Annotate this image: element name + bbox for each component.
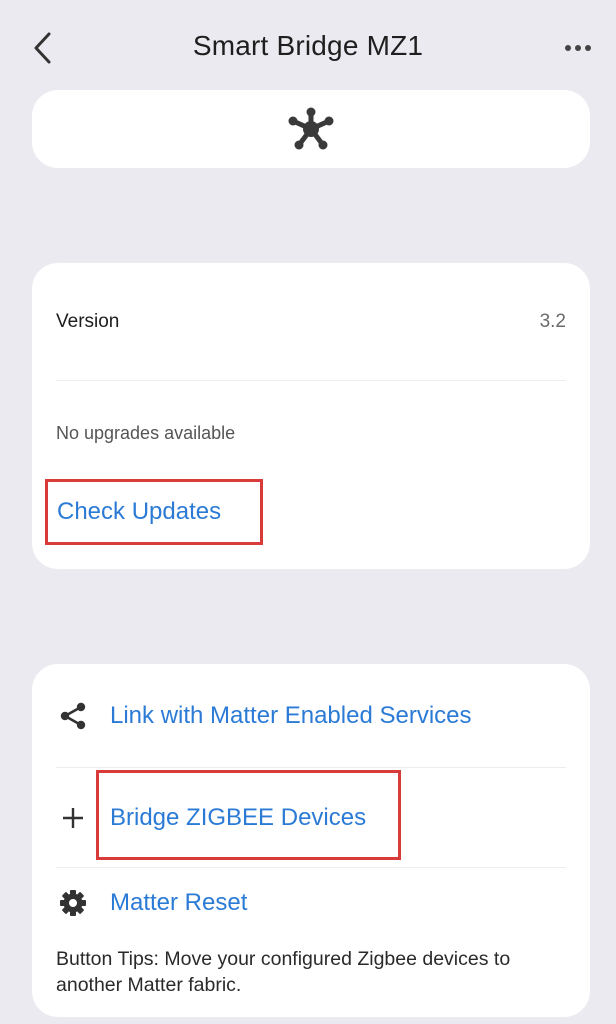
version-row: Version 3.2 — [56, 263, 566, 381]
link-matter-services-label[interactable]: Link with Matter Enabled Services — [110, 702, 472, 730]
upgrade-status: No upgrades available — [56, 423, 236, 443]
version-label: Version — [56, 310, 120, 332]
screen: Smart Bridge MZ1 Version 3.2 No upgrades… — [0, 0, 616, 1024]
check-updates-button[interactable]: Check Updates — [45, 479, 263, 545]
matter-reset-label[interactable]: Matter Reset — [110, 889, 247, 917]
plus-icon — [56, 801, 90, 835]
version-card: Version 3.2 No upgrades available Check … — [32, 263, 590, 569]
version-value: 3.2 — [539, 310, 566, 332]
device-card — [32, 90, 590, 168]
matter-card: Link with Matter Enabled Services Bridge… — [32, 664, 590, 1017]
page-title: Smart Bridge MZ1 — [192, 30, 424, 61]
highlight-box — [96, 770, 401, 860]
more-options-button[interactable] — [558, 34, 598, 62]
top-bar: Smart Bridge MZ1 — [0, 0, 616, 92]
more-horizontal-icon — [565, 45, 591, 51]
link-matter-services-row[interactable]: Link with Matter Enabled Services — [56, 664, 566, 768]
button-tips-text: Button Tips: Move your configured Zigbee… — [56, 948, 511, 996]
gear-icon — [56, 886, 90, 920]
matter-reset-row[interactable]: Matter Reset — [56, 868, 566, 938]
hub-icon — [288, 107, 334, 150]
share-icon — [56, 699, 90, 733]
